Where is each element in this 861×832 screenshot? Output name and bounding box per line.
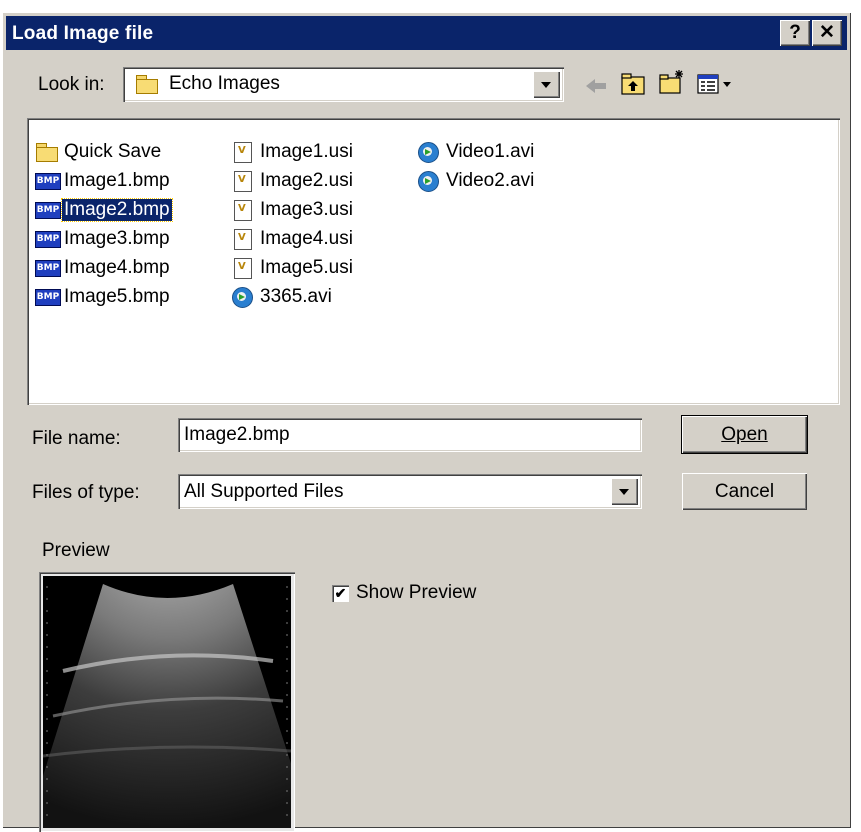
checkmark-icon: ✔ [334, 585, 347, 601]
file-item[interactable]: V Image1.usi [231, 140, 355, 164]
up-folder-icon[interactable] [620, 70, 648, 98]
look-in-label: Look in: [38, 74, 105, 95]
file-item[interactable]: BMP Image4.bmp [35, 256, 172, 280]
view-menu-icon[interactable] [696, 70, 736, 98]
avi-file-icon [417, 141, 441, 163]
file-item[interactable]: Video1.avi [417, 140, 536, 164]
file-name-text: Video2.avi [446, 170, 535, 191]
file-name-text: Image2.usi [260, 170, 353, 191]
file-item[interactable]: BMP Image3.bmp [35, 227, 172, 251]
help-button[interactable]: ? [780, 20, 810, 46]
file-item[interactable]: Quick Save [35, 140, 163, 164]
file-item[interactable]: V Image4.usi [231, 227, 355, 251]
show-preview-label: Show Preview [356, 582, 477, 603]
usi-file-icon: V [231, 141, 255, 163]
usi-file-icon: V [231, 170, 255, 192]
look-in-combo[interactable]: Echo Images [123, 67, 564, 102]
preview-frame [39, 572, 295, 832]
file-name-text: Image2.bmp [61, 198, 173, 222]
file-item[interactable]: V Image5.usi [231, 256, 355, 280]
load-image-dialog: Load Image file ? ✕ Look in: Echo Images… [2, 12, 851, 832]
file-item[interactable]: V Image3.usi [231, 198, 355, 222]
file-name-label: File name: [32, 428, 121, 449]
file-name-text: Image1.usi [260, 141, 353, 162]
ultrasound-preview-image [43, 576, 291, 828]
look-in-dropdown-button[interactable] [533, 71, 560, 98]
preview-label: Preview [42, 540, 110, 561]
avi-file-icon [231, 286, 255, 308]
file-name-value: Image2.bmp [184, 424, 290, 445]
file-item[interactable]: BMP Image2.bmp [35, 198, 173, 222]
file-type-value: All Supported Files [184, 481, 344, 502]
open-button[interactable]: Open [681, 415, 808, 454]
file-name-text: Image3.bmp [64, 228, 170, 249]
bmp-file-icon: BMP [35, 170, 61, 192]
file-name-text: Image1.bmp [64, 170, 170, 191]
usi-file-icon: V [231, 199, 255, 221]
file-name-text: Image3.usi [260, 199, 353, 220]
file-item[interactable]: 3365.avi [231, 285, 334, 309]
file-name-text: Video1.avi [446, 141, 535, 162]
show-preview-checkbox[interactable]: ✔ [332, 585, 349, 602]
cancel-button[interactable]: Cancel [682, 473, 807, 510]
file-name-text: Quick Save [64, 141, 162, 162]
new-folder-icon[interactable] [658, 68, 686, 96]
bmp-file-icon: BMP [35, 228, 61, 250]
file-item[interactable]: BMP Image5.bmp [35, 285, 172, 309]
file-name-text: Image4.bmp [64, 257, 170, 278]
bmp-file-icon: BMP [35, 199, 61, 221]
file-name-text: Image5.usi [260, 257, 353, 278]
file-item[interactable]: V Image2.usi [231, 169, 355, 193]
window-title: Load Image file [12, 23, 154, 44]
open-button-label: Open [721, 424, 768, 445]
bmp-file-icon: BMP [35, 286, 61, 308]
file-type-dropdown-button[interactable] [611, 478, 638, 505]
usi-file-icon: V [231, 228, 255, 250]
file-name-input[interactable]: Image2.bmp [178, 418, 642, 452]
usi-file-icon: V [231, 257, 255, 279]
file-item[interactable]: Video2.avi [417, 169, 536, 193]
look-in-value: Echo Images [169, 73, 280, 94]
folder-icon [35, 141, 59, 163]
file-type-label: Files of type: [32, 482, 140, 503]
bmp-file-icon: BMP [35, 257, 61, 279]
file-name-text: Image4.usi [260, 228, 353, 249]
file-type-combo[interactable]: All Supported Files [178, 474, 642, 509]
file-name-text: Image5.bmp [64, 286, 170, 307]
file-name-text: 3365.avi [260, 286, 332, 307]
file-list[interactable]: Quick Save BMP Image1.bmp BMP Image2.bmp BMP I… [27, 118, 840, 405]
folder-icon [135, 73, 159, 95]
file-item[interactable]: BMP Image1.bmp [35, 169, 172, 193]
back-arrow-icon[interactable] [582, 72, 610, 100]
title-bar[interactable]: Load Image file ? ✕ [6, 16, 847, 50]
avi-file-icon [417, 170, 441, 192]
close-button[interactable]: ✕ [812, 20, 842, 46]
